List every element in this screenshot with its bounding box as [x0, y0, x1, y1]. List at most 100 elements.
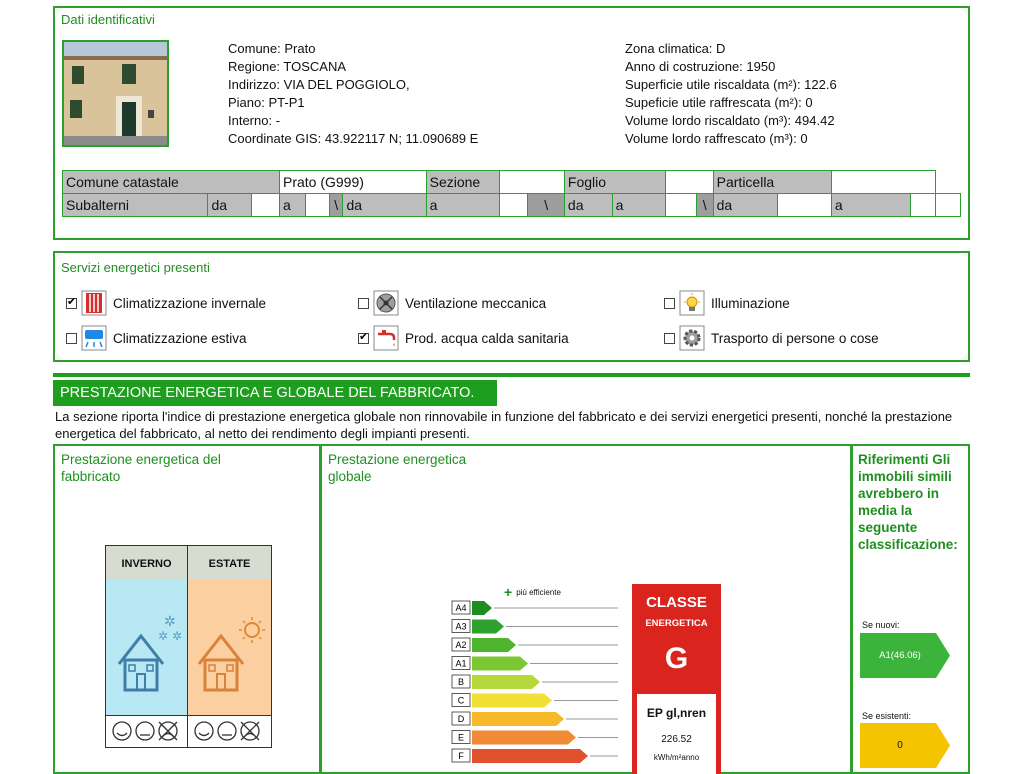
- service-label: Prod. acqua calda sanitaria: [405, 330, 569, 346]
- classe-value: G: [664, 642, 689, 675]
- class-label: B: [458, 677, 464, 687]
- faucet-icon: [373, 325, 399, 351]
- sub-empty-7: [934, 193, 962, 217]
- building-photo: [62, 40, 169, 147]
- class-label: A4: [455, 603, 466, 613]
- sub-slash-3: \: [695, 193, 714, 217]
- service-checkbox[interactable]: [664, 332, 675, 344]
- performance-section-title: PRESTAZIONE ENERGETICA E GLOBALE DEL FAB…: [53, 380, 497, 406]
- more-efficient-text: più efficiente: [516, 587, 561, 597]
- sub-a-1: a: [278, 193, 306, 217]
- sub-empty-2: [304, 193, 331, 217]
- class-bar: [472, 730, 576, 745]
- building-panel-title: Prestazione energetica del fabbricato: [61, 452, 221, 484]
- sub-a-2: a: [425, 193, 501, 217]
- cadastre-row-2: Subalterni da a \ da a \ da a \ da a: [61, 193, 962, 217]
- class-bar: [472, 638, 516, 652]
- winter-header: INVERNO: [106, 546, 188, 580]
- energy-class-scale: A4 A3 A2 A1 BCDEF: [451, 600, 618, 763]
- indirizzo-line: Indirizzo: VIA DEL POGGIOLO,: [228, 77, 410, 92]
- comune-catastale-value: Prato (G999): [278, 170, 427, 194]
- service-label: Climatizzazione estiva: [113, 330, 247, 346]
- smiley-rating-icon: [112, 721, 178, 741]
- service-climatizzazione-estiva: Climatizzazione estiva: [66, 325, 247, 351]
- class-result: CLASSE ENERGETICA G EP gl,nren 226.52 kW…: [632, 584, 721, 774]
- summer-label: ESTATE: [208, 558, 251, 570]
- foglio-label: Foglio: [563, 170, 667, 194]
- summer-rating: [188, 715, 271, 747]
- winter-house-icon: ✲ ✲ ✲: [117, 614, 182, 692]
- sub-empty-1: [250, 193, 280, 217]
- existing-value: 0: [897, 740, 903, 751]
- particella-value: [830, 170, 936, 194]
- sub-da-2: da: [342, 193, 427, 217]
- regione-line: Regione: TOSCANA: [228, 59, 347, 74]
- sub-da-4: da: [712, 193, 779, 217]
- service-checkbox[interactable]: [66, 332, 77, 344]
- sub-empty-5: [777, 193, 832, 217]
- svg-text:✲: ✲: [158, 629, 168, 643]
- class-bar: [472, 619, 504, 634]
- comune-catastale-label: Comune catastale: [62, 170, 280, 194]
- identification-left-info: Comune: Prato Regione: TOSCANA Indirizzo…: [228, 40, 478, 148]
- volume-raffrescato-line: Volume lordo raffrescato (m³): 0: [625, 131, 808, 146]
- svg-text:✲: ✲: [172, 629, 182, 643]
- existing-label: Se esistenti:: [862, 711, 912, 721]
- section-rule: [53, 373, 970, 377]
- service-ventilazione-meccanica: Ventilazione meccanica: [358, 290, 546, 316]
- sezione-label: Sezione: [425, 170, 501, 194]
- sub-slash-1: \: [328, 193, 344, 217]
- class-bar: [472, 712, 564, 726]
- season-indicator: INVERNO ESTATE ✲ ✲ ✲: [105, 545, 272, 748]
- sub-da-3: da: [563, 193, 613, 217]
- gear-icon: [679, 325, 705, 351]
- class-bar: [472, 601, 492, 615]
- subalterni-label: Subalterni: [61, 193, 209, 217]
- service-label: Trasporto di persone o cose: [711, 330, 879, 346]
- service-checkbox[interactable]: [664, 297, 675, 309]
- service-checkbox[interactable]: [66, 295, 77, 309]
- service-checkbox[interactable]: [358, 330, 369, 344]
- class-label: A2: [455, 640, 466, 650]
- sub-a-3: a: [611, 193, 667, 217]
- sub-empty-3: [499, 193, 529, 217]
- coordinates-line: Coordinate GIS: 43.922117 N; 11.090689 E: [228, 131, 479, 146]
- global-panel-title: Prestazione energetica globale: [328, 452, 467, 484]
- radiator-icon: [81, 290, 107, 316]
- superficie-riscaldata-line: Superficie utile riscaldata (m²): 122.6: [625, 77, 837, 92]
- interno-line: Interno: -: [228, 113, 281, 128]
- performance-description: La sezione riporta l'indice di prestazio…: [55, 409, 953, 441]
- service-checkbox[interactable]: [358, 297, 369, 309]
- winter-rating: [106, 715, 188, 747]
- sezione-value: [499, 170, 565, 194]
- class-bar: [472, 656, 528, 671]
- class-bar: [472, 675, 540, 689]
- references-title: Riferimenti Gli immobili simili avrebber…: [858, 452, 958, 552]
- svg-text:✲: ✲: [164, 614, 176, 630]
- class-label: A1: [455, 659, 466, 669]
- sub-a-4: a: [830, 193, 911, 217]
- cadastre-row-1: Comune catastale Prato (G999) Sezione Fo…: [62, 170, 961, 194]
- class-label: C: [458, 696, 465, 706]
- classe-label: CLASSE: [646, 594, 707, 611]
- sub-da-1: da: [207, 193, 252, 217]
- air-conditioner-icon: [81, 325, 107, 351]
- winter-label: INVERNO: [121, 558, 172, 570]
- sub-empty-6: [909, 193, 936, 217]
- service-label: Ventilazione meccanica: [405, 295, 547, 311]
- identification-right-info: Zona climatica: D Anno di costruzione: 1…: [625, 40, 837, 148]
- service-acqua-calda-sanitaria: Prod. acqua calda sanitaria: [358, 325, 569, 351]
- ep-value: 226.52: [661, 734, 692, 745]
- comune-line: Comune: Prato: [228, 41, 316, 56]
- service-label: Climatizzazione invernale: [113, 295, 267, 311]
- anno-costruzione-line: Anno di costruzione: 1950: [625, 59, 776, 74]
- service-label: Illuminazione: [711, 295, 790, 311]
- foglio-value: [665, 170, 714, 194]
- identification-title: Dati identificativi: [61, 12, 155, 27]
- ep-box: EP gl,nren 226.52 kWh/m²anno: [637, 694, 716, 774]
- smiley-rating-icon: [194, 721, 260, 741]
- volume-riscaldato-line: Volume lordo riscaldato (m³): 494.42: [625, 113, 835, 128]
- class-label: F: [458, 751, 464, 761]
- fan-icon: [373, 290, 399, 316]
- sub-slash-2: \: [527, 193, 565, 217]
